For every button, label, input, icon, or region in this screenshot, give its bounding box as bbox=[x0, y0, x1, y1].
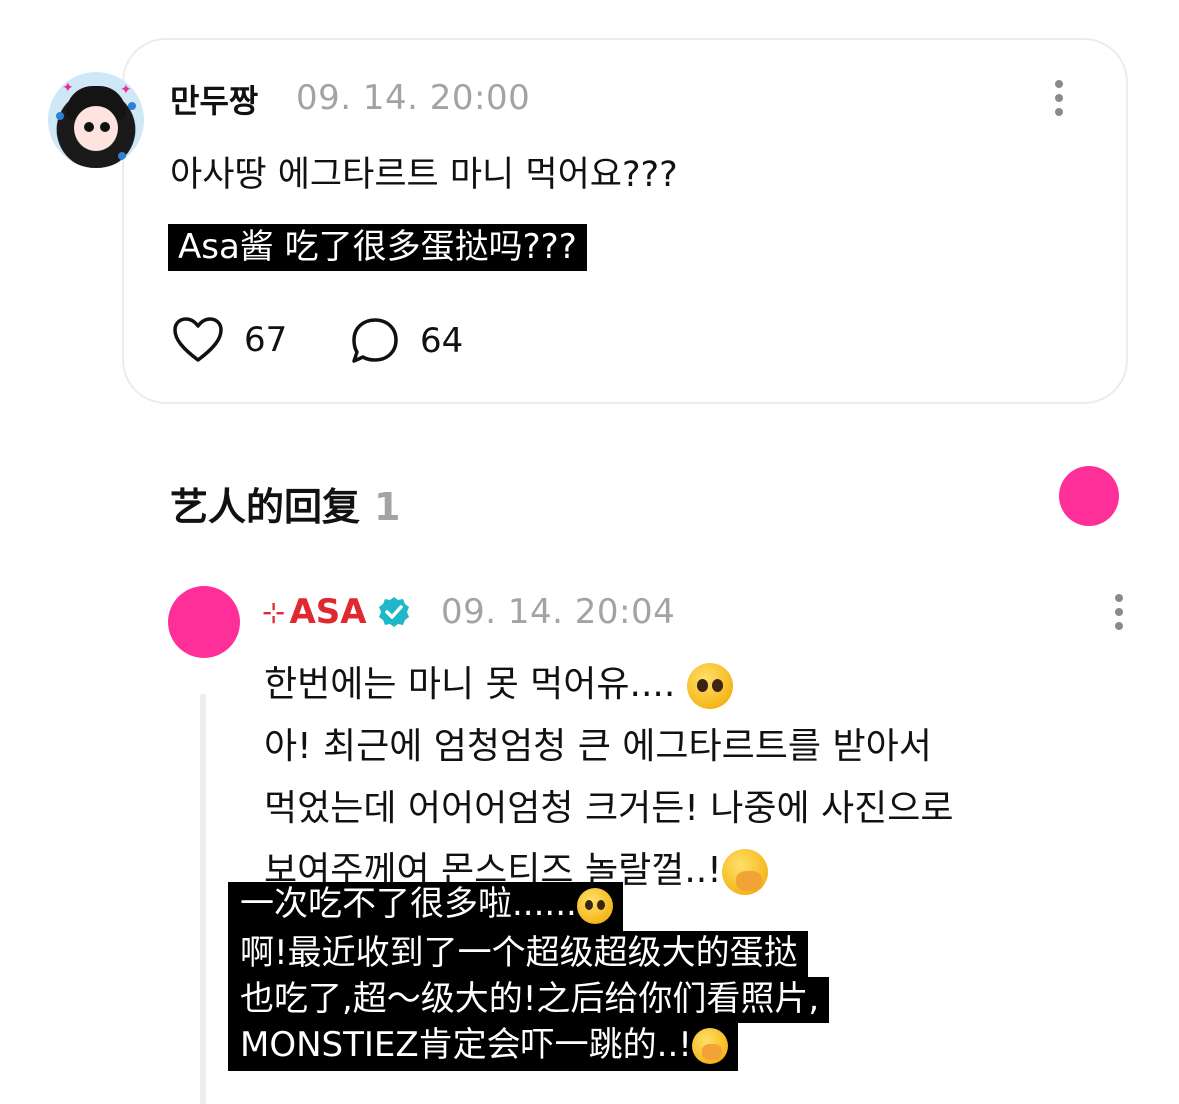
more-vertical-icon[interactable] bbox=[1054, 80, 1064, 122]
artist-name[interactable]: ⊹ ASA bbox=[262, 592, 411, 632]
heart-icon bbox=[173, 317, 223, 362]
thread-line bbox=[200, 694, 206, 1104]
reply-line: 한번에는 마니 못 먹어유.... bbox=[264, 654, 954, 716]
artist-profile-icon[interactable] bbox=[1059, 466, 1119, 526]
artist-reply-count: 1 bbox=[374, 485, 401, 529]
artist-timestamp: 09. 14. 20:04 bbox=[441, 592, 676, 632]
comment-button[interactable]: 64 bbox=[350, 316, 463, 366]
fan-comment-text: 아사땅 에그타르트 마니 먹어요??? bbox=[170, 155, 678, 195]
fan-comment-translation: Asa酱 吃了很多蛋挞吗??? bbox=[168, 224, 587, 271]
reply-line: 아! 최근에 엄청엄청 큰 에그타르트를 받아서 bbox=[264, 726, 932, 767]
comment-count: 64 bbox=[420, 321, 464, 361]
translation-line: 也吃了,超～级大的!之后给你们看照片, bbox=[228, 976, 830, 1023]
artist-reply-translation: 一次吃不了很多啦...... 啊!最近收到了一个超级超级大的蛋挞 也吃了,超～级… bbox=[228, 882, 830, 1071]
like-button[interactable]: 67 bbox=[172, 316, 287, 364]
translation-line: 一次吃不了很多啦...... bbox=[228, 882, 623, 931]
pleading-face-emoji bbox=[576, 887, 613, 924]
fan-timestamp: 09. 14. 20:00 bbox=[296, 78, 531, 118]
fan-username[interactable]: 만두짱 bbox=[170, 76, 258, 122]
artist-reply-section-title: 艺人的回复 1 bbox=[170, 485, 401, 529]
comment-bubble-icon bbox=[352, 318, 398, 363]
translation-line: MONSTIEZ肯定会吓一跳的..! bbox=[228, 1022, 738, 1071]
fan-avatar[interactable]: ✦ ✦ bbox=[48, 72, 144, 168]
verified-badge-icon bbox=[378, 597, 409, 627]
hand-over-mouth-emoji bbox=[691, 1028, 728, 1064]
more-vertical-icon[interactable] bbox=[1114, 594, 1124, 636]
pleading-face-emoji bbox=[686, 663, 733, 709]
like-count: 67 bbox=[244, 320, 288, 360]
reply-line: 먹었는데 어어어엄청 크거든! 나중에 사진으로 bbox=[264, 788, 954, 829]
artist-reply-text: 한번에는 마니 못 먹어유.... 아! 최근에 엄청엄청 큰 에그타르트를 받… bbox=[264, 654, 954, 902]
artist-avatar[interactable] bbox=[168, 586, 240, 658]
translation-line: 啊!最近收到了一个超级超级大的蛋挞 bbox=[228, 930, 808, 977]
